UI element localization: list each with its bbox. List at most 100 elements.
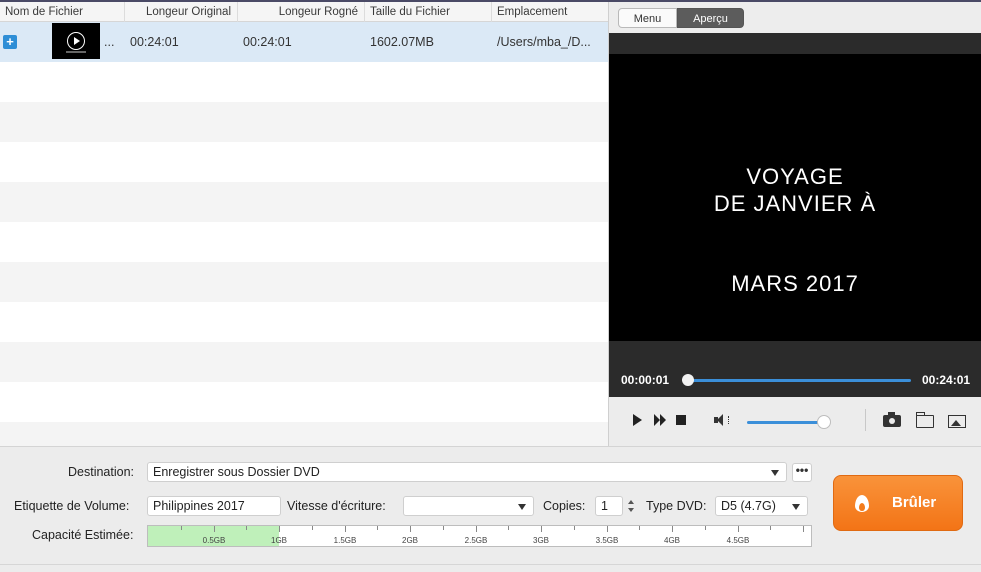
table-header: Nom de Fichier Longeur Original Longeur … xyxy=(0,2,608,22)
timeline-knob[interactable] xyxy=(682,374,694,386)
destination-select[interactable]: Enregistrer sous Dossier DVD xyxy=(147,462,787,482)
empty-row xyxy=(0,222,608,262)
burn-button-label: Brûler xyxy=(892,494,937,511)
chevron-down-icon xyxy=(792,504,800,510)
video-title-line-3: MARS 2017 xyxy=(731,271,859,296)
preview-panel: Menu Aperçu VOYAGE DE JANVIER À MARS 201… xyxy=(609,2,981,446)
capacity-tick xyxy=(345,526,346,532)
camera-icon[interactable] xyxy=(883,412,901,427)
capacity-tick xyxy=(312,526,313,530)
column-header-original-length[interactable]: Longeur Original xyxy=(125,2,238,22)
timeline-slider[interactable] xyxy=(687,379,911,382)
capacity-tick xyxy=(377,526,378,530)
preview-tabs: Menu Aperçu xyxy=(618,8,744,28)
write-speed-select[interactable] xyxy=(403,496,534,516)
capacity-tick xyxy=(246,526,247,530)
capacity-tick-label: 3.5GB xyxy=(595,536,619,545)
column-header-filename[interactable]: Nom de Fichier xyxy=(0,2,125,22)
total-time: 00:24:01 xyxy=(922,373,971,387)
table-row[interactable]: + ... 00:24:01 00:24:01 1602.07MB /Users… xyxy=(0,22,608,62)
empty-row xyxy=(0,62,608,102)
chevron-down-icon xyxy=(771,470,779,476)
tab-apercu[interactable]: Aperçu xyxy=(677,8,744,28)
capacity-tick-label: 3GB xyxy=(532,536,550,545)
chevron-down-icon xyxy=(518,504,526,510)
file-location: /Users/mba_/D... xyxy=(497,35,591,49)
copies-stepper[interactable] xyxy=(625,495,637,517)
capacity-tick xyxy=(803,526,804,532)
dvd-type-label: Type DVD: xyxy=(646,499,707,513)
capacity-tick xyxy=(508,526,509,530)
trimmed-length: 00:24:01 xyxy=(243,35,292,49)
capacity-tick-label: 2GB xyxy=(401,536,419,545)
capacity-tick xyxy=(214,526,215,532)
write-speed-label: Vitesse d'écriture: xyxy=(287,499,386,513)
destination-value: Enregistrer sous Dossier DVD xyxy=(153,465,320,479)
volume-icon[interactable] xyxy=(714,414,729,426)
burn-button[interactable]: Brûler xyxy=(833,475,963,531)
capacity-tick xyxy=(705,526,706,530)
video-title-line-1: VOYAGE xyxy=(746,164,844,189)
empty-row xyxy=(0,302,608,342)
tab-menu[interactable]: Menu xyxy=(618,8,677,28)
capacity-tick-label: 4GB xyxy=(663,536,681,545)
video-player: VOYAGE DE JANVIER À MARS 2017 00:00:01 0… xyxy=(609,33,981,397)
empty-row xyxy=(0,182,608,222)
file-name: ... xyxy=(104,35,115,49)
current-time: 00:00:01 xyxy=(621,373,670,387)
file-table: Nom de Fichier Longeur Original Longeur … xyxy=(0,2,608,446)
empty-row xyxy=(0,382,608,422)
image-icon[interactable] xyxy=(948,415,966,428)
volume-label-input[interactable]: Philippines 2017 xyxy=(147,496,281,516)
video-title-line-2: DE JANVIER À xyxy=(713,191,877,216)
copies-input[interactable]: 1 xyxy=(595,496,623,516)
capacity-tick-label: 1.5GB xyxy=(333,536,357,545)
video-screen[interactable]: VOYAGE DE JANVIER À MARS 2017 xyxy=(609,54,981,341)
empty-row xyxy=(0,142,608,182)
capacity-tick xyxy=(279,526,280,532)
capacity-tick-label: 1GB xyxy=(270,536,288,545)
dvd-type-value: D5 (4.7G) xyxy=(721,499,776,513)
capacity-tick xyxy=(476,526,477,532)
column-header-file-size[interactable]: Taille du Fichier xyxy=(365,2,492,22)
thumbnail-play-icon xyxy=(67,32,85,50)
volume-label-label: Etiquette de Volume: xyxy=(14,499,130,513)
stop-icon[interactable] xyxy=(676,415,686,425)
empty-row xyxy=(0,262,608,302)
capacity-tick-label: 2.5GB xyxy=(464,536,488,545)
controls-separator xyxy=(865,409,866,431)
capacity-tick xyxy=(738,526,739,532)
playback-controls xyxy=(609,397,981,446)
copies-label: Copies: xyxy=(543,499,586,513)
capacity-tick xyxy=(443,526,444,530)
capacity-tick-label: 0.5GB xyxy=(202,536,226,545)
volume-slider[interactable] xyxy=(747,421,825,424)
capacity-tick xyxy=(574,526,575,530)
capacity-tick xyxy=(770,526,771,530)
file-size: 1602.07MB xyxy=(370,35,434,49)
capacity-tick xyxy=(672,526,673,532)
capacity-bar: 0.5GB 1GB 1.5GB 2GB 2.5GB 3GB 3.5GB 4GB 4.5GB xyxy=(147,525,812,547)
capacity-label: Capacité Estimée: xyxy=(32,528,134,542)
column-header-location[interactable]: Emplacement xyxy=(492,2,608,22)
stepper-down-icon[interactable] xyxy=(628,508,634,512)
folder-icon[interactable] xyxy=(916,412,934,428)
column-header-trimmed-length[interactable]: Longeur Rogné xyxy=(238,2,365,22)
expand-plus-icon[interactable]: + xyxy=(3,35,17,49)
volume-knob[interactable] xyxy=(817,415,831,429)
capacity-tick-label: 4.5GB xyxy=(726,536,750,545)
play-icon[interactable] xyxy=(633,414,642,426)
stepper-up-icon[interactable] xyxy=(628,500,634,504)
destination-label: Destination: xyxy=(68,465,135,479)
flame-icon xyxy=(854,493,870,513)
more-options-button[interactable]: ••• xyxy=(792,463,812,482)
capacity-tick xyxy=(410,526,411,532)
video-thumbnail[interactable] xyxy=(52,23,100,59)
dvd-type-select[interactable]: D5 (4.7G) xyxy=(715,496,808,516)
capacity-tick xyxy=(541,526,542,532)
capacity-tick xyxy=(607,526,608,532)
original-length: 00:24:01 xyxy=(130,35,179,49)
empty-row xyxy=(0,342,608,382)
fast-forward-icon[interactable] xyxy=(654,414,666,426)
capacity-tick xyxy=(181,526,182,530)
